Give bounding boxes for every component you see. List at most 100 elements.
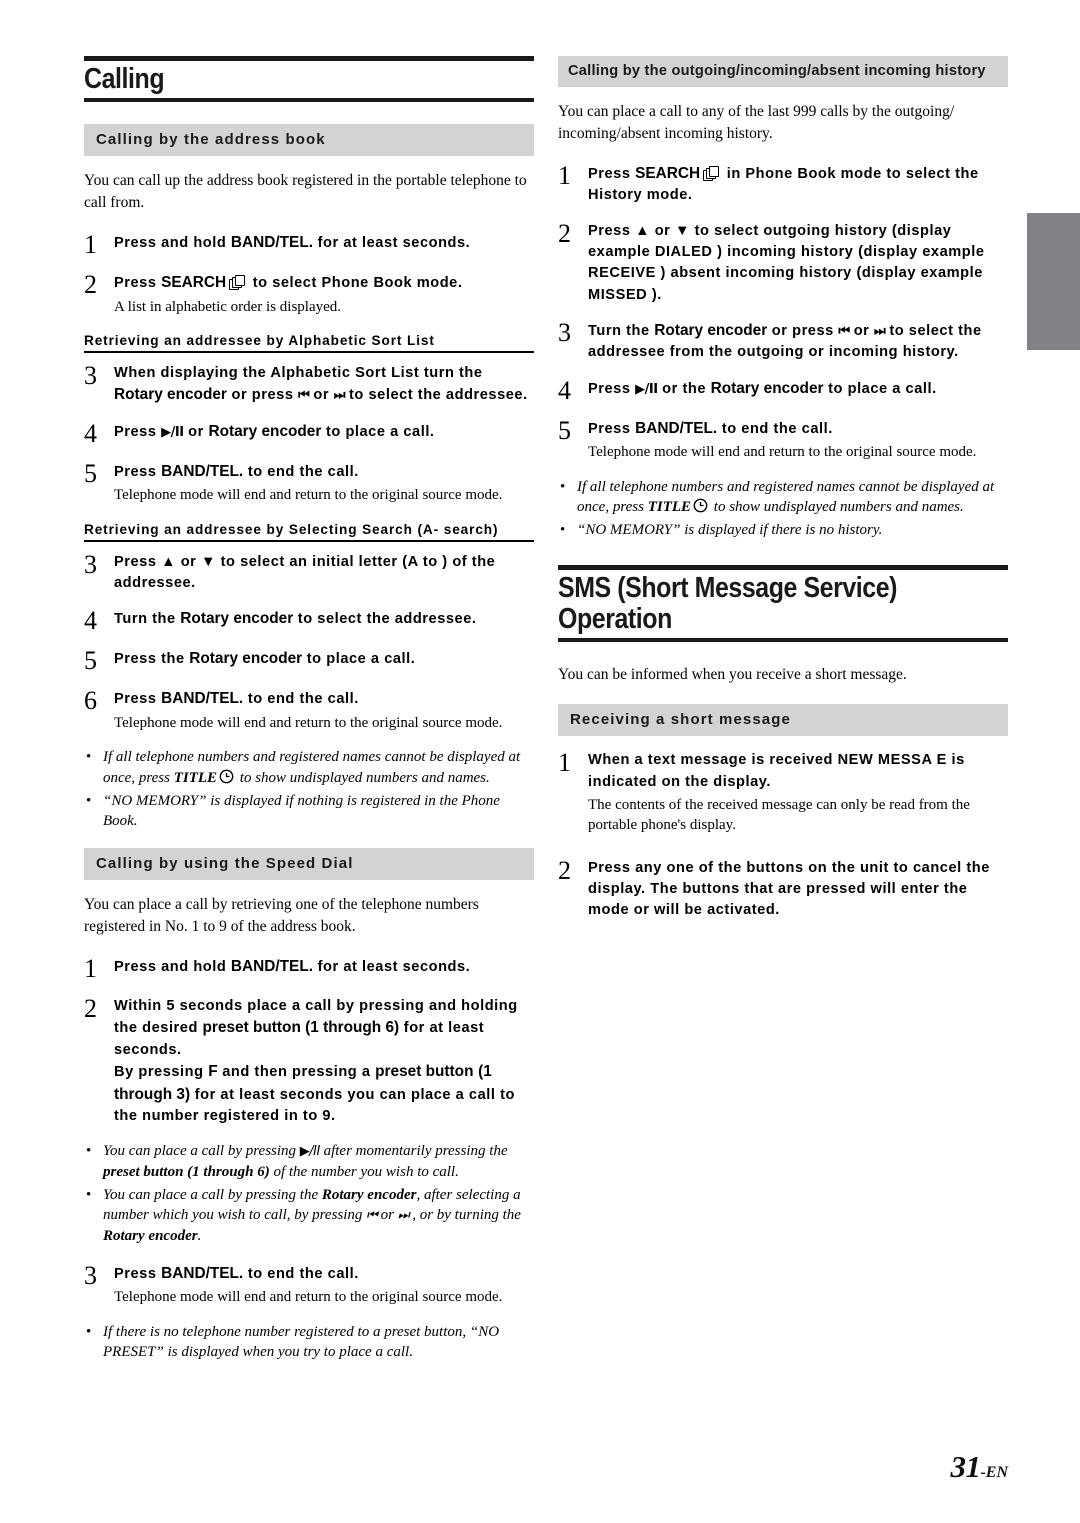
clock-icon: [219, 769, 234, 784]
instr-part: or press: [767, 322, 839, 339]
step-4-alpha: 4 Press ▶/II or Rotary encoder to place …: [84, 420, 534, 447]
bullet-icon: •: [86, 792, 92, 809]
instr-part: Press: [114, 691, 162, 708]
step-instruction: Press the Rotary encoder to place a call…: [114, 648, 534, 670]
instr-part: to select the addressee.: [293, 611, 477, 628]
step-instruction: Within 5 seconds place a call by pressin…: [114, 996, 534, 1127]
note-text: “NO MEMORY” is displayed if nothing is r…: [103, 792, 500, 830]
instr-part: Turn the: [114, 611, 181, 628]
next-track-icon: ⏭: [397, 1208, 410, 1224]
instr-part: to end the call.: [243, 1265, 359, 1282]
step-instruction: Press ▲ or ▼ to select an initial letter…: [114, 553, 496, 592]
rule-below-title: [84, 98, 534, 103]
step-number: 6: [84, 686, 97, 716]
bullet-icon: •: [86, 1186, 92, 1203]
step-instruction: Press BAND/TEL. to end the call.: [114, 1263, 534, 1285]
search-label: SEARCH: [161, 274, 227, 292]
step-number: 1: [558, 748, 571, 778]
step-5-history: 5 Press BAND/TEL. to end the call. Telep…: [558, 415, 1008, 463]
intro-address-book: You can call up the address book registe…: [84, 172, 527, 212]
note-part: You can place a call by pressing: [103, 1143, 300, 1160]
rotary-encoder-label: Rotary encoder: [321, 1186, 417, 1203]
step-number: 3: [84, 1260, 97, 1290]
preset-button-label: preset button (1 through 6): [202, 1019, 400, 1037]
step-subtext: Telephone mode will end and return to th…: [114, 487, 503, 504]
notes-address-book: • If all telephone numbers and registere…: [84, 747, 534, 832]
step-number: 2: [84, 994, 97, 1024]
step-number: 1: [84, 954, 97, 984]
note-part: to show undisplayed numbers and names.: [236, 770, 490, 786]
folio-suffix: -EN: [980, 1464, 1008, 1481]
step-number: 4: [84, 606, 97, 636]
preset-button-label: preset button (1 through 6): [103, 1164, 270, 1181]
band-tel-label: BAND/TEL.: [161, 1264, 244, 1282]
step-4-select: 4 Turn the Rotary encoder to select the …: [84, 608, 534, 634]
step-6-select: 6 Press BAND/TEL. to end the call. Telep…: [84, 688, 534, 733]
rotary-encoder-label: Rotary encoder: [654, 321, 768, 339]
step-number: 5: [558, 415, 571, 445]
note-item: • If all telephone numbers and registere…: [84, 747, 534, 788]
next-track-icon: ⏭: [333, 388, 346, 404]
step-5-select: 5 Press the Rotary encoder to place a ca…: [84, 648, 534, 674]
play-pause-icon: ▶/II: [161, 424, 184, 440]
step-number: 2: [558, 218, 571, 248]
note-text: You can place a call by pressing ▶/II af…: [103, 1141, 534, 1182]
instr-part: Press: [114, 275, 162, 292]
step-number: 3: [558, 317, 571, 347]
search-label: SEARCH: [635, 165, 701, 182]
instr-part: to place a call.: [321, 423, 435, 440]
note-text: If all telephone numbers and registered …: [577, 477, 1008, 518]
chapter-heading-calling: Calling: [84, 56, 534, 103]
instr-part: or press: [226, 387, 299, 404]
instr-part: Press: [588, 166, 636, 182]
step-subtext: Telephone mode will end and return to th…: [114, 1289, 503, 1306]
step-subtext: Telephone mode will end and return to th…: [114, 714, 503, 731]
step-5-alpha: 5 Press BAND/TEL. to end the call. Telep…: [84, 460, 534, 506]
note-item: • “NO MEMORY” is displayed if nothing is…: [84, 791, 534, 832]
step-4-history: 4 Press ▶/II or the Rotary encoder to pl…: [558, 377, 1008, 404]
note-item: • “NO MEMORY” is displayed if there is n…: [558, 520, 1008, 541]
note-part: to show undisplayed numbers and names.: [710, 499, 964, 516]
note-item: • You can place a call by pressing the R…: [84, 1185, 534, 1247]
step-3-alpha: 3 When displaying the Alphabetic Sort Li…: [84, 363, 534, 407]
step-2-history: 2 Press ▲ or ▼ to select outgoing histor…: [558, 218, 1008, 306]
prev-track-icon: ⏮: [298, 388, 310, 404]
instr-part: Press: [588, 380, 636, 397]
note-text: If all telephone numbers and registered …: [103, 747, 534, 788]
right-column: Calling by the outgoing/incoming/absent …: [558, 56, 1008, 936]
rotary-encoder-label: Rotary encoder: [180, 610, 294, 628]
step-instruction: Press SEARCH in Phone Book mode to selec…: [588, 163, 1008, 207]
step-1-address-book: 1 Press and hold BAND/TEL. for at least …: [84, 232, 534, 258]
step-instruction: Press ▲ or ▼ to select outgoing history …: [588, 222, 985, 303]
step-2-address-book: 2 Press SEARCH to select Phone Book mode…: [84, 272, 534, 317]
notes-speed-dial: • You can place a call by pressing ▶/II …: [84, 1141, 534, 1246]
intro-history: You can place a call to any of the last …: [558, 103, 955, 142]
step-number: 1: [84, 230, 97, 260]
folio-number: 31: [950, 1449, 981, 1484]
section-heading-history: Calling by the outgoing/incoming/absent …: [558, 56, 1008, 87]
step-number: 3: [84, 361, 97, 391]
search-icon: [703, 166, 720, 181]
instr-part: Turn the: [588, 322, 655, 339]
prev-track-icon: ⏮: [366, 1208, 378, 1224]
preset-button-label: preset button: [375, 1063, 474, 1081]
instr-part: Press the: [114, 651, 190, 668]
prev-track-icon: ⏮: [838, 323, 850, 339]
instr-line: By pressing: [114, 1064, 209, 1081]
note-item: • If there is no telephone number regist…: [84, 1322, 534, 1363]
step-instruction: Press SEARCH to select Phone Book mode.: [114, 272, 534, 294]
instr-part: to select the addressee.: [344, 387, 528, 404]
rotary-encoder-label: Rotary encoder: [103, 1228, 198, 1245]
note-part: , or by turning the: [408, 1207, 521, 1224]
step-3-speed-dial: 3 Press BAND/TEL. to end the call. Telep…: [84, 1260, 534, 1308]
step-number: 5: [84, 646, 97, 676]
step-number: 1: [558, 161, 571, 190]
step-number: 2: [84, 270, 97, 300]
step-2-sms: 2 Press any one of the buttons on the un…: [558, 857, 1008, 922]
step-instruction: Press BAND/TEL. to end the call.: [114, 688, 534, 710]
section-heading-address-book: Calling by the address book: [84, 124, 534, 157]
bullet-icon: •: [86, 1143, 92, 1160]
bullet-icon: •: [560, 478, 566, 495]
step-instruction: Press BAND/TEL. to end the call.: [588, 418, 1008, 440]
left-column: Calling Calling by the address book You …: [84, 56, 534, 1379]
